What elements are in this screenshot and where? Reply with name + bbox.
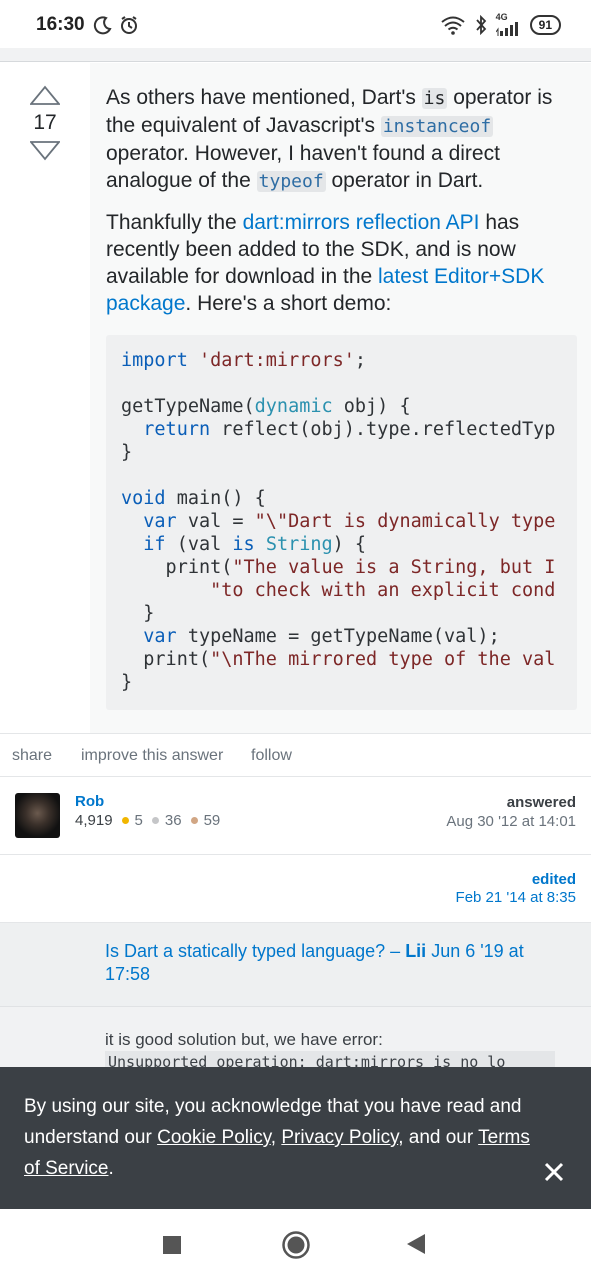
cookie-text: By using our site, you acknowledge that … xyxy=(24,1091,534,1184)
status-right-icons: 4G 91 xyxy=(440,13,561,36)
bronze-badge-count: 59 xyxy=(203,812,221,829)
answered-date: Aug 30 '12 at 14:01 xyxy=(446,813,576,830)
code-line: } xyxy=(121,442,133,463)
code-line: print("The value is a String, but I xyxy=(121,557,556,578)
silver-badge-count: 36 xyxy=(164,812,182,829)
text-span: . xyxy=(108,1158,114,1179)
text-span: , xyxy=(270,1127,282,1148)
code-line: } xyxy=(121,603,155,624)
user-card: Rob 4,919 5 36 59 answered Aug 30 '12 at… xyxy=(0,777,591,855)
inline-code: is xyxy=(421,88,448,109)
text-span: operator in Dart. xyxy=(325,169,484,192)
comment-author[interactable]: Lii xyxy=(405,941,426,961)
user-stats: 4,919 5 36 59 xyxy=(75,812,220,829)
code-block: import 'dart:mirrors'; getTypeName(dynam… xyxy=(106,335,577,710)
code-line: var val = "\"Dart is dynamically type xyxy=(143,511,556,532)
back-triangle-icon[interactable] xyxy=(405,1233,427,1255)
navigation-bar xyxy=(0,1209,591,1280)
home-circle-icon[interactable] xyxy=(281,1230,311,1260)
inline-code: instanceof xyxy=(380,116,494,137)
user-name[interactable]: Rob xyxy=(75,793,104,810)
text-span: , and our xyxy=(398,1127,479,1148)
code-line: } xyxy=(121,672,133,693)
answer-paragraph-2: Thankfully the dart:mirrors reflection A… xyxy=(106,209,580,317)
cookie-policy-link[interactable]: Cookie Policy xyxy=(157,1127,271,1148)
wifi-icon xyxy=(441,16,465,35)
answer-body: As others have mentioned, Dart's is oper… xyxy=(90,63,591,733)
edited-date[interactable]: Feb 21 '14 at 8:35 xyxy=(456,889,576,906)
code-line: getTypeName(dynamic obj) { xyxy=(121,396,411,417)
code-line: void main() { xyxy=(121,488,266,509)
code-line: return reflect(obj).type.reflectedTyp xyxy=(143,419,556,440)
reputation: 4,919 xyxy=(75,812,113,829)
gold-badge-icon xyxy=(121,817,129,824)
bronze-badge-icon xyxy=(190,817,198,824)
avatar[interactable] xyxy=(15,793,60,838)
vote-column: 17 xyxy=(0,63,90,733)
signal-group: 4G xyxy=(495,12,522,36)
text-span: As others have mentioned, Dart's xyxy=(106,86,422,109)
recents-square-icon[interactable] xyxy=(162,1235,182,1255)
code-line: if (val is String) { xyxy=(143,534,367,555)
comment-text[interactable]: Is Dart a statically typed language? – L… xyxy=(105,940,545,986)
silver-badge-icon xyxy=(151,817,159,824)
code-line: var typeName = getTypeName(val); xyxy=(143,626,500,647)
comment-body: it is good solution but, we have error: xyxy=(105,1030,383,1049)
mirrors-api-link[interactable]: dart:mirrors reflection API xyxy=(243,211,480,234)
downvote-arrow-icon[interactable] xyxy=(30,141,60,161)
network-type: 4G xyxy=(495,12,508,22)
code-line: "to check with an explicit cond xyxy=(210,580,556,601)
text-span: Thankfully the xyxy=(106,211,243,234)
privacy-policy-link[interactable]: Privacy Policy xyxy=(281,1127,398,1148)
answered-label: answered xyxy=(506,794,576,811)
upvote-arrow-icon[interactable] xyxy=(30,85,60,105)
status-bar: 16:30 4G 91 xyxy=(0,0,591,48)
post-menu: share improve this answer follow xyxy=(0,733,591,777)
improve-answer-link[interactable]: improve this answer xyxy=(81,747,223,765)
follow-link[interactable]: follow xyxy=(251,747,292,765)
status-left-icons xyxy=(93,15,139,35)
close-icon[interactable] xyxy=(543,1161,565,1183)
moon-icon xyxy=(93,16,112,35)
alarm-icon xyxy=(121,16,137,34)
edit-card: edited Feb 21 '14 at 8:35 xyxy=(0,855,591,923)
battery-indicator: 91 xyxy=(529,14,561,35)
text-span: . Here's a short demo: xyxy=(185,292,392,315)
bluetooth-icon xyxy=(475,14,486,35)
cookie-banner: By using our site, you acknowledge that … xyxy=(0,1067,591,1209)
comments-section: Is Dart a statically typed language? – L… xyxy=(0,923,591,1073)
edited-label[interactable]: edited xyxy=(532,871,576,888)
vote-count: 17 xyxy=(33,111,57,134)
inline-code: typeof xyxy=(256,171,326,192)
status-time: 16:30 xyxy=(36,14,85,35)
comment: Is Dart a statically typed language? – L… xyxy=(0,923,591,1007)
share-link[interactable]: share xyxy=(12,747,52,765)
top-divider xyxy=(0,48,591,62)
code-line: import 'dart:mirrors'; xyxy=(121,350,367,371)
gold-badge-count: 5 xyxy=(134,812,143,829)
answer-paragraph-1: As others have mentioned, Dart's is oper… xyxy=(106,84,580,195)
signal-icon xyxy=(495,22,518,36)
code-line: print("\nThe mirrored type of the val xyxy=(121,649,556,670)
comment-link-text[interactable]: Is Dart a statically typed language? – xyxy=(105,941,405,961)
